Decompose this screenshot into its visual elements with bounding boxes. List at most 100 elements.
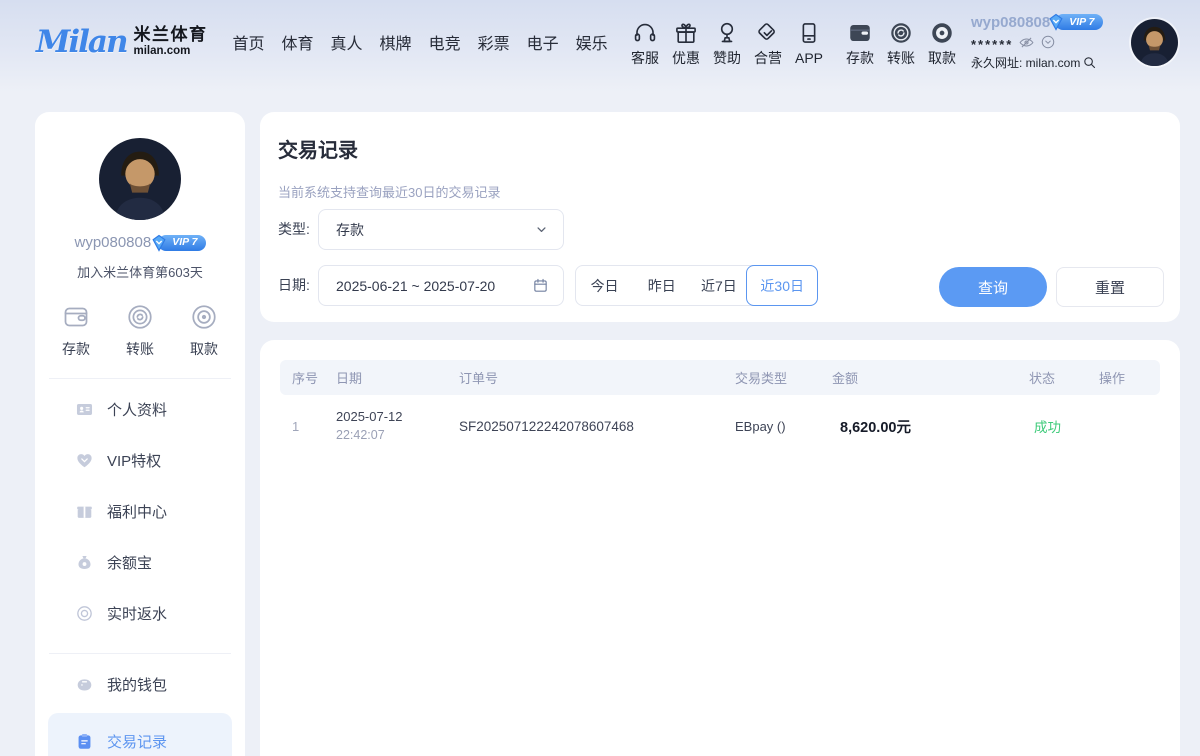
user-line-name[interactable]: wyp080808 VIP 7 bbox=[971, 14, 1123, 31]
search-button[interactable]: 查询 bbox=[939, 267, 1047, 307]
table-panel: 序号 日期 订单号 交易类型 金额 状态 操作 1 2025-07-12 22:… bbox=[260, 340, 1180, 756]
withdraw-filled-icon bbox=[929, 20, 955, 46]
table-header: 序号 日期 订单号 交易类型 金额 状态 操作 bbox=[280, 360, 1160, 395]
transfer-quick-button[interactable]: 转账 bbox=[125, 302, 155, 359]
col-order: 订单号 bbox=[459, 368, 735, 387]
nav-item-entertainment[interactable]: 娱乐 bbox=[576, 30, 608, 54]
table-row: 1 2025-07-12 22:42:07 SF2025071222420786… bbox=[280, 395, 1160, 457]
withdraw-quick-button[interactable]: 取款 bbox=[189, 302, 219, 359]
col-date: 日期 bbox=[336, 368, 459, 387]
withdraw-button-top[interactable]: 取款 bbox=[926, 20, 958, 65]
page-title: 交易记录 bbox=[278, 134, 358, 163]
sidebar-menu-secondary: 我的钱包 交易记录 bbox=[35, 659, 245, 756]
page-subtitle: 当前系统支持查询最近30日的交易记录 bbox=[278, 182, 500, 201]
date-quick-filters: 今日 昨日 近7日 近30日 bbox=[575, 265, 818, 306]
username: wyp080808 bbox=[971, 14, 1050, 31]
sidebar-avatar[interactable] bbox=[99, 138, 181, 220]
sidebar-divider-1 bbox=[49, 378, 231, 379]
col-type: 交易类型 bbox=[735, 368, 832, 387]
masked-password: ****** bbox=[971, 34, 1013, 51]
nav-item-cards[interactable]: 棋牌 bbox=[380, 30, 412, 54]
range-7days-button[interactable]: 近7日 bbox=[690, 266, 747, 305]
brand-logo-text: 米兰体育 milan.com bbox=[134, 26, 208, 58]
brand-domain: milan.com bbox=[134, 46, 208, 58]
wallet-outline-icon bbox=[61, 302, 91, 332]
calendar-icon bbox=[532, 277, 549, 294]
type-select-value: 存款 bbox=[336, 220, 534, 240]
row-date-time: 22:42:07 bbox=[336, 426, 459, 444]
main-nav: 首页 体育 真人 棋牌 电竞 彩票 电子 娱乐 bbox=[233, 30, 608, 54]
sidebar-vip-badge: VIP 7 bbox=[158, 235, 205, 251]
gift-filled-icon bbox=[75, 502, 94, 521]
sidebar-menu: 个人资料 VIP特权 福利中心 余额宝 bbox=[35, 384, 245, 639]
piggy-bank-icon bbox=[75, 675, 94, 694]
chevron-circle-icon[interactable] bbox=[1040, 34, 1056, 50]
sidebar-item-transactions[interactable]: 交易记录 bbox=[48, 713, 232, 756]
wallet-filled-icon bbox=[847, 20, 873, 46]
user-line-site: 永久网址: milan.com bbox=[971, 54, 1123, 71]
trophy-icon bbox=[714, 20, 740, 46]
vip-gem-icon bbox=[1046, 12, 1066, 32]
range-yesterday-button[interactable]: 昨日 bbox=[633, 266, 690, 305]
col-action: 操作 bbox=[1099, 368, 1148, 387]
user-line-password: ****** bbox=[971, 34, 1123, 51]
filter-panel: 交易记录 当前系统支持查询最近30日的交易记录 类型: 存款 日期: 2025-… bbox=[260, 112, 1180, 322]
nav-item-home[interactable]: 首页 bbox=[233, 30, 265, 54]
sidebar-item-rebate[interactable]: 实时返水 bbox=[35, 588, 245, 639]
sidebar-divider-2 bbox=[49, 653, 231, 654]
sidebar-vip-gem-icon bbox=[149, 233, 169, 253]
eye-off-icon[interactable] bbox=[1018, 34, 1035, 51]
date-label: 日期: bbox=[278, 265, 310, 306]
user-info: wyp080808 VIP 7 ****** 永久网址: milan. bbox=[971, 14, 1123, 71]
row-order-no: SF202507122242078607468 bbox=[459, 419, 735, 434]
sidebar-username: wyp080808 bbox=[74, 234, 151, 251]
range-30days-button[interactable]: 近30日 bbox=[746, 265, 818, 306]
sidebar-item-yuebao[interactable]: 余额宝 bbox=[35, 537, 245, 588]
site-url: 永久网址: milan.com bbox=[971, 54, 1080, 71]
app-download-button[interactable]: APP bbox=[793, 20, 825, 65]
nav-item-esports[interactable]: 电竞 bbox=[429, 30, 461, 54]
magnifier-icon[interactable] bbox=[1082, 55, 1097, 70]
brand-logo[interactable]: Milan 米兰体育 milan.com bbox=[36, 26, 208, 58]
promo-button[interactable]: 优惠 bbox=[670, 20, 702, 65]
transfer-filled-icon bbox=[888, 20, 914, 46]
sidebar-item-vip[interactable]: VIP特权 bbox=[35, 435, 245, 486]
sidebar: wyp080808 VIP 7 加入米兰体育第603天 存款 转账 bbox=[35, 112, 245, 756]
nav-item-slots[interactable]: 电子 bbox=[527, 30, 559, 54]
partner-button[interactable]: 合营 bbox=[752, 20, 784, 65]
row-type: EBpay () bbox=[735, 419, 832, 434]
deposit-quick-button[interactable]: 存款 bbox=[61, 302, 91, 359]
nav-item-live[interactable]: 真人 bbox=[331, 30, 363, 54]
transfer-button-top[interactable]: 转账 bbox=[885, 20, 917, 65]
nav-item-sports[interactable]: 体育 bbox=[282, 30, 314, 54]
row-index: 1 bbox=[292, 419, 336, 434]
service-button[interactable]: 客服 bbox=[629, 20, 661, 65]
vip-label: VIP 7 bbox=[1069, 17, 1094, 28]
sidebar-item-benefits[interactable]: 福利中心 bbox=[35, 486, 245, 537]
avatar[interactable] bbox=[1131, 19, 1178, 66]
row-date-day: 2025-07-12 bbox=[336, 408, 459, 427]
reset-button[interactable]: 重置 bbox=[1056, 267, 1164, 307]
topbar: Milan 米兰体育 milan.com 首页 体育 真人 棋牌 电竞 彩票 电… bbox=[0, 0, 1200, 92]
row-status: 成功 bbox=[1029, 416, 1099, 436]
type-select[interactable]: 存款 bbox=[318, 209, 564, 250]
sidebar-item-profile[interactable]: 个人资料 bbox=[35, 384, 245, 435]
deposit-button-top[interactable]: 存款 bbox=[844, 20, 876, 65]
withdraw-outline-icon bbox=[189, 302, 219, 332]
range-today-button[interactable]: 今日 bbox=[576, 266, 633, 305]
nav-item-lottery[interactable]: 彩票 bbox=[478, 30, 510, 54]
sidebar-quick-actions: 存款 转账 取款 bbox=[35, 302, 245, 359]
page: Milan 米兰体育 milan.com 首页 体育 真人 棋牌 电竞 彩票 电… bbox=[0, 0, 1200, 756]
sponsor-button[interactable]: 赞助 bbox=[711, 20, 743, 65]
id-card-icon bbox=[75, 400, 94, 419]
vip-heart-icon bbox=[75, 451, 94, 470]
date-range-input[interactable]: 2025-06-21 ~ 2025-07-20 bbox=[318, 265, 564, 306]
transfer-outline-icon bbox=[125, 302, 155, 332]
phone-icon bbox=[796, 20, 822, 46]
col-index: 序号 bbox=[292, 368, 336, 387]
sidebar-item-wallet[interactable]: 我的钱包 bbox=[35, 659, 245, 710]
row-amount: 8,620.00元 bbox=[832, 416, 1029, 437]
sidebar-user-row: wyp080808 VIP 7 bbox=[35, 234, 245, 251]
chevron-down-icon bbox=[534, 222, 549, 237]
money-bag-icon bbox=[75, 553, 94, 572]
